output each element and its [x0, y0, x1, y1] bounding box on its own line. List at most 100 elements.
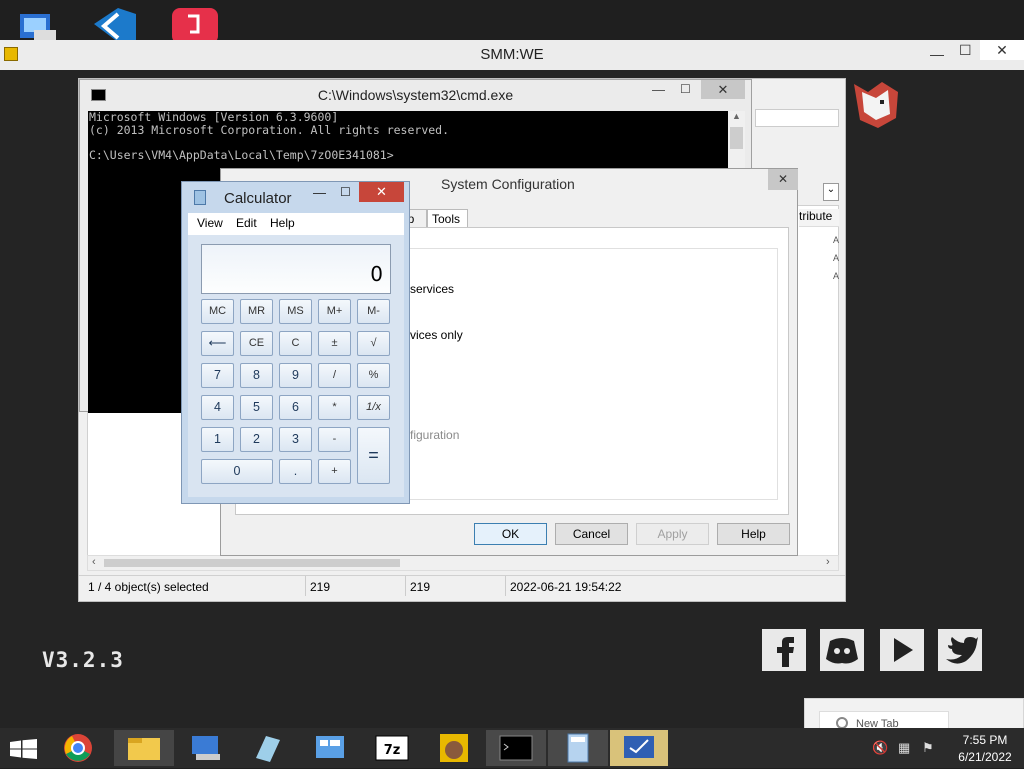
file-explorer-taskbar-icon[interactable]	[114, 730, 174, 766]
console-line: Microsoft Windows [Version 6.3.9600]	[89, 110, 339, 124]
maximize-button[interactable]: ☐	[959, 42, 972, 59]
divider	[505, 576, 506, 596]
backspace-button[interactable]: ⟵	[201, 331, 234, 356]
sqrt-button[interactable]: √	[357, 331, 390, 356]
ms-button[interactable]: MS	[279, 299, 312, 324]
twitter-icon[interactable]	[938, 629, 982, 671]
date-status: 2022-06-21 19:54:22	[510, 580, 622, 594]
smm-title-bar: SMM:WE — ☐ ✕	[0, 40, 1024, 70]
network-icon[interactable]: ▦	[898, 740, 910, 756]
calc-display: 0	[201, 244, 391, 294]
digit-0-button[interactable]: 0	[201, 459, 273, 484]
cmd-title-bar: C:\Windows\system32\cmd.exe — ☐ ✕	[80, 80, 751, 110]
calculator-title: Calculator	[224, 190, 292, 207]
smm-taskbar-icon[interactable]	[424, 730, 484, 766]
path-dropdown[interactable]: ⌄	[823, 183, 839, 201]
ce-button[interactable]: CE	[240, 331, 273, 356]
tray-time[interactable]: 7:55 PM	[954, 733, 1016, 747]
cmd-close-button[interactable]: ✕	[701, 80, 745, 99]
tray-date[interactable]: 6/21/2022	[954, 750, 1016, 764]
cancel-button[interactable]: Cancel	[555, 523, 628, 545]
help-button[interactable]: Help	[717, 523, 790, 545]
sevenzip-taskbar-icon[interactable]: 7z	[362, 730, 422, 766]
reciprocal-button[interactable]: 1/x	[357, 395, 390, 420]
multiply-button[interactable]: *	[318, 395, 351, 420]
option-label-services-only: vices only	[410, 328, 463, 342]
minimize-button[interactable]: —	[930, 46, 944, 62]
digit-2-button[interactable]: 2	[240, 427, 273, 452]
vscode-desktop-icon[interactable]	[90, 6, 142, 44]
ok-button[interactable]: OK	[474, 523, 547, 545]
digit-3-button[interactable]: 3	[279, 427, 312, 452]
close-button[interactable]: ✕	[980, 40, 1024, 60]
speaker-muted-icon[interactable]: 🔇	[872, 740, 888, 756]
digit-4-button[interactable]: 4	[201, 395, 234, 420]
calc-maximize-button[interactable]: ☐	[340, 185, 351, 199]
apply-button[interactable]: Apply	[636, 523, 709, 545]
console-prompt: C:\Users\VM4\AppData\Local\Temp\7zO0E341…	[89, 147, 394, 162]
sysconf-title: System Configuration	[441, 176, 575, 192]
digit-1-button[interactable]: 1	[201, 427, 234, 452]
notepad-taskbar-icon[interactable]	[238, 730, 298, 766]
menu-view[interactable]: View	[197, 216, 223, 230]
m-plus-button[interactable]: M+	[318, 299, 351, 324]
calc-minimize-button[interactable]: —	[313, 185, 326, 200]
play-store-icon[interactable]	[880, 629, 924, 671]
digit-8-button[interactable]: 8	[240, 363, 273, 388]
percent-button[interactable]: %	[357, 363, 390, 388]
console-line: (c) 2013 Microsoft Corporation. All righ…	[89, 122, 450, 137]
digit-6-button[interactable]: 6	[279, 395, 312, 420]
menu-edit[interactable]: Edit	[236, 216, 257, 230]
scroll-up-icon[interactable]: ▲	[732, 111, 741, 121]
cmd-taskbar-icon[interactable]	[486, 730, 546, 766]
chrome-taskbar-icon[interactable]	[48, 730, 108, 766]
menu-help[interactable]: Help	[270, 216, 295, 230]
tab-tools[interactable]: Tools	[427, 209, 468, 228]
equals-button[interactable]: =	[357, 427, 390, 484]
action-center-icon[interactable]: ⚑	[922, 740, 934, 756]
calculator-icon	[194, 190, 206, 205]
calculator-taskbar-icon[interactable]	[548, 730, 608, 766]
clear-button[interactable]: C	[279, 331, 312, 356]
digit-5-button[interactable]: 5	[240, 395, 273, 420]
attr-mark: A	[833, 271, 840, 281]
scroll-left-icon[interactable]: ‹	[92, 556, 96, 568]
msconfig-taskbar-icon[interactable]	[610, 730, 668, 766]
discord-icon[interactable]	[820, 629, 864, 671]
scroll-right-icon[interactable]: ›	[826, 556, 830, 568]
remote-desktop-taskbar-icon[interactable]	[176, 730, 236, 766]
decimal-button[interactable]: .	[279, 459, 312, 484]
plus-minus-button[interactable]: ±	[318, 331, 351, 356]
calc-close-button[interactable]: ✕	[359, 182, 404, 202]
windows-start-icon[interactable]	[10, 739, 38, 759]
system-config-taskbar-icon[interactable]	[300, 730, 360, 766]
horizontal-scrollbar[interactable]: ‹ ›	[87, 555, 839, 571]
divider	[405, 576, 406, 596]
facebook-icon[interactable]	[762, 629, 806, 671]
mc-button[interactable]: MC	[201, 299, 234, 324]
column-header-attributes[interactable]: tribute	[799, 209, 839, 227]
version-label: V3.2.3	[42, 648, 124, 672]
divider	[305, 576, 306, 596]
add-button[interactable]: +	[318, 459, 351, 484]
attr-mark: A	[833, 253, 840, 263]
app-desktop-icon[interactable]	[170, 6, 222, 44]
attr-mark: A	[833, 235, 840, 245]
selection-status: 1 / 4 object(s) selected	[88, 580, 209, 594]
digit-7-button[interactable]: 7	[201, 363, 234, 388]
mr-button[interactable]: MR	[240, 299, 273, 324]
computer-desktop-icon[interactable]	[14, 6, 66, 44]
subtract-button[interactable]: -	[318, 427, 351, 452]
digit-9-button[interactable]: 9	[279, 363, 312, 388]
cmd-maximize-button[interactable]: ☐	[680, 82, 691, 96]
scroll-thumb[interactable]	[104, 559, 400, 567]
scroll-thumb[interactable]	[730, 127, 743, 149]
sysconf-close-button[interactable]: ✕	[768, 169, 798, 190]
svg-text:7z: 7z	[384, 743, 401, 758]
option-label-services: services	[410, 282, 455, 296]
m-minus-button[interactable]: M-	[357, 299, 390, 324]
divide-button[interactable]: /	[318, 363, 351, 388]
taskbar: 7z 🔇 ▦ ⚑ 7:55 PM 6/21/2022	[0, 728, 1024, 768]
cmd-minimize-button[interactable]: —	[652, 82, 665, 97]
